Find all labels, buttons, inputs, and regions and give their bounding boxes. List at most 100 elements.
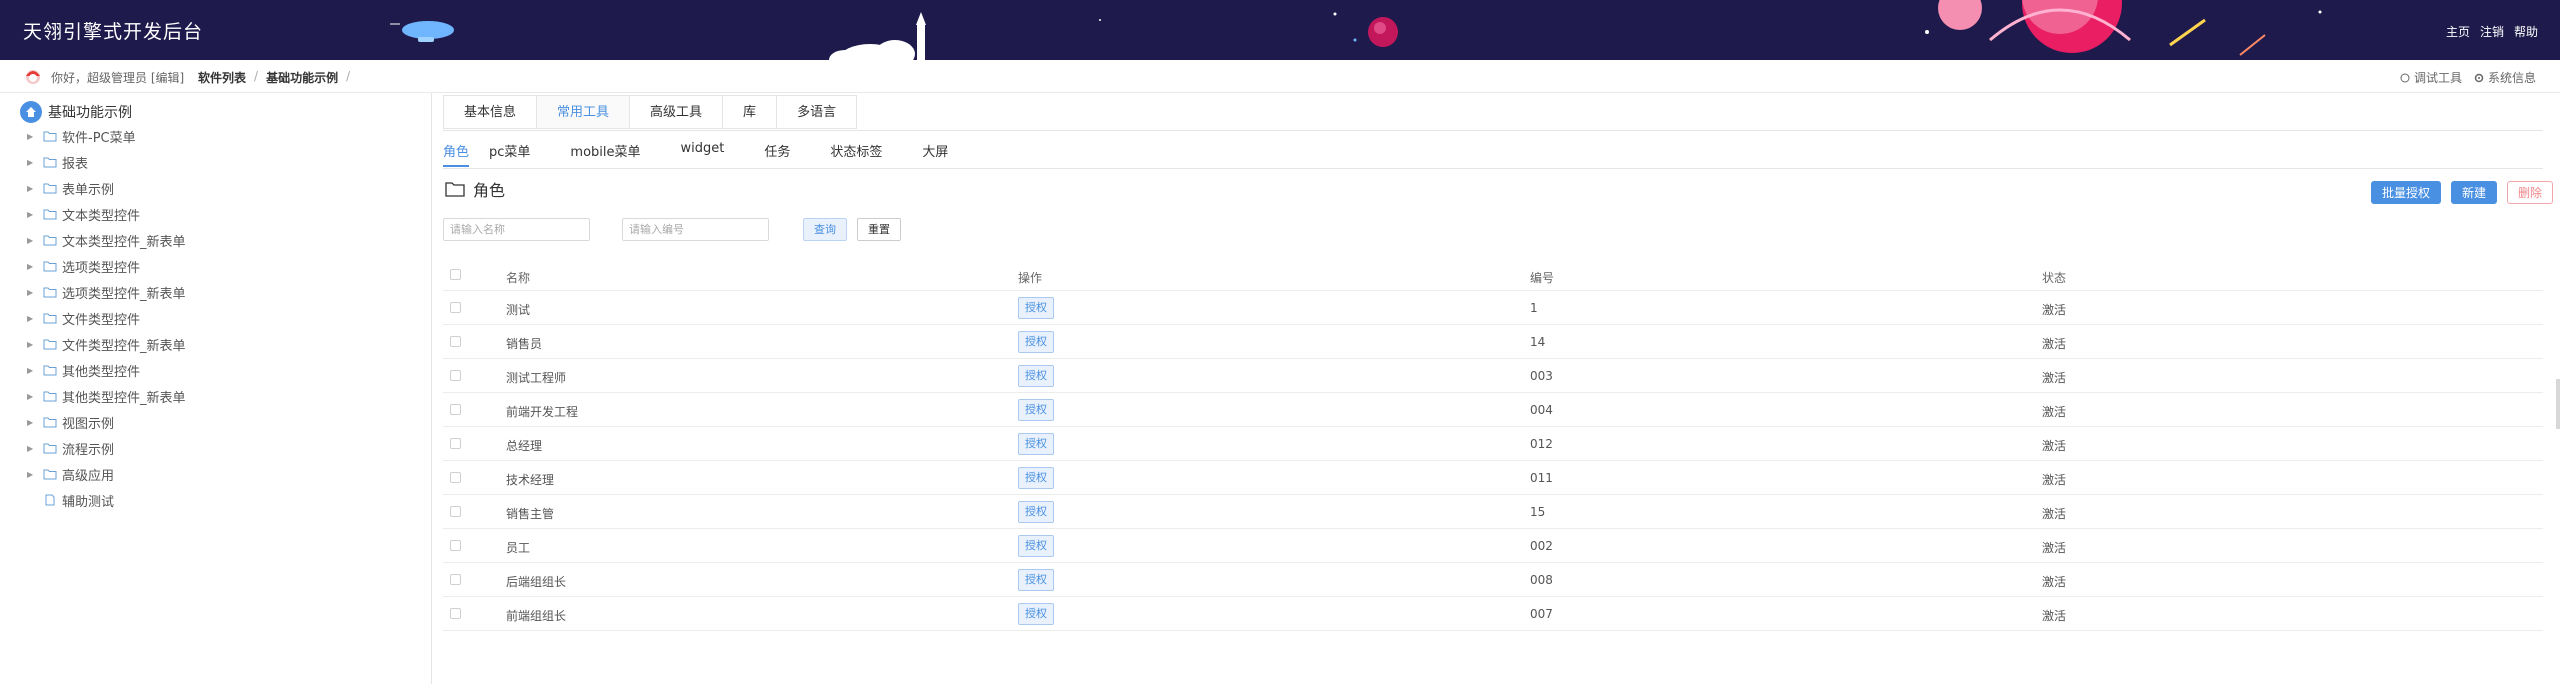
tab-common-tools[interactable]: 常用工具 xyxy=(536,95,630,129)
tree-item[interactable]: ▶ 选项类型控件 xyxy=(27,256,140,276)
tree-item[interactable]: ▶ 文件类型控件 xyxy=(27,308,140,328)
breadcrumb-current[interactable]: 基础功能示例 xyxy=(266,69,338,86)
expand-caret-icon[interactable]: ▶ xyxy=(27,392,37,401)
tree-item[interactable]: 辅助测试 xyxy=(27,490,114,510)
table-row[interactable]: 技术经理 授权 011 激活 xyxy=(443,461,2543,495)
subtab-widget[interactable]: widget xyxy=(681,141,745,167)
tree-item[interactable]: ▶ 文本类型控件_新表单 xyxy=(27,230,186,250)
authorize-button[interactable]: 授权 xyxy=(1018,331,1054,353)
authorize-button[interactable]: 授权 xyxy=(1018,365,1054,387)
tree-item[interactable]: ▶ 软件-PC菜单 xyxy=(27,126,136,146)
authorize-button[interactable]: 授权 xyxy=(1018,399,1054,421)
tree-item[interactable]: ▶ 其他类型控件_新表单 xyxy=(27,386,186,406)
row-checkbox[interactable] xyxy=(450,370,461,381)
query-button[interactable]: 查询 xyxy=(803,218,847,241)
select-all-checkbox[interactable] xyxy=(450,269,461,280)
expand-caret-icon[interactable]: ▶ xyxy=(27,470,37,479)
row-checkbox[interactable] xyxy=(450,438,461,449)
subtab-big-screen[interactable]: 大屏 xyxy=(922,141,968,167)
table-row[interactable]: 销售主管 授权 15 激活 xyxy=(443,495,2543,529)
row-checkbox[interactable] xyxy=(450,506,461,517)
role-name: 后端组组长 xyxy=(506,575,567,589)
tab-advanced-tools[interactable]: 高级工具 xyxy=(629,95,723,129)
expand-caret-icon[interactable]: ▶ xyxy=(27,314,37,323)
tree-item[interactable]: ▶ 选项类型控件_新表单 xyxy=(27,282,186,302)
authorize-button[interactable]: 授权 xyxy=(1018,433,1054,455)
expand-caret-icon[interactable]: ▶ xyxy=(27,418,37,427)
secondary-tabs: 角色 pc菜单 mobile菜单 widget 任务 状态标签 大屏 xyxy=(443,141,988,167)
authorize-button[interactable]: 授权 xyxy=(1018,603,1054,625)
table-header-row: 名称 操作 编号 状态 xyxy=(443,259,2543,291)
expand-caret-icon[interactable]: ▶ xyxy=(27,366,37,375)
role-name: 销售主管 xyxy=(506,507,555,521)
authorize-button[interactable]: 授权 xyxy=(1018,501,1054,523)
folder-icon xyxy=(43,183,57,194)
expand-caret-icon[interactable]: ▶ xyxy=(27,236,37,245)
authorize-button[interactable]: 授权 xyxy=(1018,569,1054,591)
tree-item[interactable]: ▶ 表单示例 xyxy=(27,178,114,198)
table-row[interactable]: 测试 授权 1 激活 xyxy=(443,291,2543,325)
row-checkbox[interactable] xyxy=(450,608,461,619)
operation-cell: 授权 xyxy=(1018,433,1054,455)
tab-basic-info[interactable]: 基本信息 xyxy=(443,95,537,129)
expand-caret-icon[interactable]: ▶ xyxy=(27,132,37,141)
nav-help-link[interactable]: 帮助 xyxy=(2514,23,2538,40)
tab-multilanguage[interactable]: 多语言 xyxy=(776,95,858,129)
row-checkbox[interactable] xyxy=(450,336,461,347)
tree-item[interactable]: ▶ 流程示例 xyxy=(27,438,114,458)
breadcrumb-software-list[interactable]: 软件列表 xyxy=(198,69,246,86)
expand-caret-icon[interactable]: ▶ xyxy=(27,158,37,167)
table-row[interactable]: 员工 授权 002 激活 xyxy=(443,529,2543,563)
system-info-button[interactable]: 系统信息 xyxy=(2474,69,2536,86)
tree-item[interactable]: ▶ 视图示例 xyxy=(27,412,114,432)
name-search-input[interactable] xyxy=(443,218,590,241)
expand-caret-icon[interactable]: ▶ xyxy=(27,340,37,349)
tree-item-label: 文本类型控件_新表单 xyxy=(62,234,186,250)
user-bar: 你好，超级管理员 [编辑] 软件列表 / 基础功能示例 / 调试工具 系统信息 xyxy=(0,60,2560,93)
subtab-task[interactable]: 任务 xyxy=(764,141,810,167)
table-row[interactable]: 前端开发工程 授权 004 激活 xyxy=(443,393,2543,427)
subtab-pc-menu[interactable]: pc菜单 xyxy=(489,141,550,167)
table-row[interactable]: 测试工程师 授权 003 激活 xyxy=(443,359,2543,393)
tree-root[interactable]: 基础功能示例 xyxy=(20,101,132,123)
tab-library[interactable]: 库 xyxy=(722,95,777,129)
expand-caret-icon[interactable]: ▶ xyxy=(27,288,37,297)
new-button[interactable]: 新建 xyxy=(2450,181,2497,204)
delete-button[interactable]: 删除 xyxy=(2506,181,2553,204)
table-row[interactable]: 销售员 授权 14 激活 xyxy=(443,325,2543,359)
row-checkbox[interactable] xyxy=(450,472,461,483)
table-row[interactable]: 后端组组长 授权 008 激活 xyxy=(443,563,2543,597)
row-checkbox[interactable] xyxy=(450,302,461,313)
batch-authorize-button[interactable]: 批量授权 xyxy=(2370,181,2441,204)
expand-caret-icon[interactable]: ▶ xyxy=(27,184,37,193)
tree-item[interactable]: ▶ 文件类型控件_新表单 xyxy=(27,334,186,354)
reset-button[interactable]: 重置 xyxy=(857,218,901,241)
subtab-mobile-menu[interactable]: mobile菜单 xyxy=(570,141,660,167)
tree-item[interactable]: ▶ 文本类型控件 xyxy=(27,204,140,224)
authorize-button[interactable]: 授权 xyxy=(1018,297,1054,319)
role-name: 员工 xyxy=(506,541,531,555)
scrollbar-thumb[interactable] xyxy=(2556,379,2560,429)
debug-tool-button[interactable]: 调试工具 xyxy=(2400,69,2462,86)
role-name: 测试 xyxy=(506,303,531,317)
expand-caret-icon[interactable]: ▶ xyxy=(27,262,37,271)
authorize-button[interactable]: 授权 xyxy=(1018,467,1054,489)
row-checkbox[interactable] xyxy=(450,404,461,415)
tree-item[interactable]: ▶ 报表 xyxy=(27,152,88,172)
table-row[interactable]: 总经理 授权 012 激活 xyxy=(443,427,2543,461)
expand-caret-icon[interactable]: ▶ xyxy=(27,210,37,219)
nav-home-link[interactable]: 主页 xyxy=(2446,23,2470,40)
user-greeting[interactable]: 你好，超级管理员 [编辑] xyxy=(51,69,184,86)
table-row[interactable]: 前端组组长 授权 007 激活 xyxy=(443,597,2543,631)
row-checkbox[interactable] xyxy=(450,540,461,551)
expand-caret-icon[interactable]: ▶ xyxy=(27,444,37,453)
subtab-status-label[interactable]: 状态标签 xyxy=(830,141,902,167)
tree-item[interactable]: ▶ 其他类型控件 xyxy=(27,360,140,380)
nav-logout-link[interactable]: 注销 xyxy=(2480,23,2504,40)
code-search-input[interactable] xyxy=(622,218,769,241)
authorize-button[interactable]: 授权 xyxy=(1018,535,1054,557)
subtab-role[interactable]: 角色 xyxy=(443,141,470,167)
folder-icon xyxy=(43,131,57,142)
tree-item[interactable]: ▶ 高级应用 xyxy=(27,464,114,484)
row-checkbox[interactable] xyxy=(450,574,461,585)
